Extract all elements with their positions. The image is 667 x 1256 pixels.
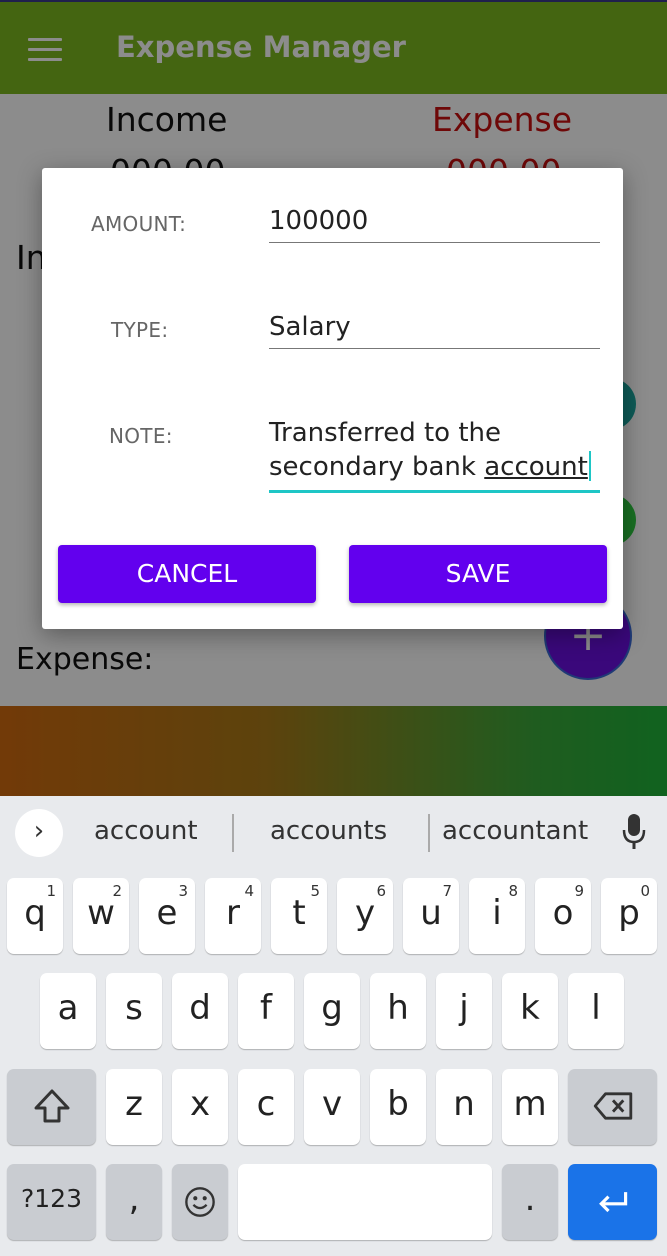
note-line-1: Transferred to the — [269, 418, 502, 448]
suggestion-1[interactable]: account — [94, 816, 198, 846]
note-current-word: account — [484, 452, 588, 482]
key-k[interactable]: k — [502, 973, 558, 1049]
suggestion-3[interactable]: accountant — [442, 816, 588, 846]
key-v[interactable]: v — [304, 1069, 360, 1145]
type-label: TYPE: — [111, 318, 169, 342]
key-r[interactable]: r4 — [205, 878, 261, 954]
key-number-hint: 0 — [640, 882, 650, 900]
amount-field[interactable]: 100000 — [269, 206, 600, 243]
key-n[interactable]: n — [436, 1069, 492, 1145]
key-number-hint: 5 — [310, 882, 320, 900]
suggestion-2[interactable]: accounts — [270, 816, 387, 846]
key-letter: y — [354, 893, 376, 933]
enter-key[interactable] — [568, 1164, 657, 1240]
suggestion-strip: › account accounts accountant — [0, 796, 667, 868]
key-letter: i — [492, 893, 502, 933]
key-j[interactable]: j — [436, 973, 492, 1049]
key-m[interactable]: m — [502, 1069, 558, 1145]
key-x[interactable]: x — [172, 1069, 228, 1145]
note-field[interactable]: Transferred to the secondary bank accoun… — [269, 416, 600, 493]
key-number-hint: 9 — [574, 882, 584, 900]
key-w[interactable]: w2 — [73, 878, 129, 954]
microphone-icon[interactable] — [622, 814, 646, 850]
symbols-key[interactable]: ?123 — [7, 1164, 96, 1240]
period-key[interactable]: . — [502, 1164, 558, 1240]
key-i[interactable]: i8 — [469, 878, 525, 954]
key-number-hint: 6 — [376, 882, 386, 900]
key-number-hint: 3 — [178, 882, 188, 900]
period-glyph: . — [524, 1179, 536, 1219]
key-d[interactable]: d — [172, 973, 228, 1049]
suggestion-divider — [428, 814, 430, 852]
key-letter: q — [24, 893, 46, 933]
space-key[interactable] — [238, 1164, 492, 1240]
key-number-hint: 1 — [46, 882, 56, 900]
backspace-icon — [593, 1092, 632, 1120]
shift-key[interactable] — [7, 1069, 96, 1145]
key-f[interactable]: f — [238, 973, 294, 1049]
key-letter: u — [420, 893, 442, 933]
save-button[interactable]: SAVE — [349, 545, 607, 603]
key-letter: w — [87, 893, 115, 933]
key-b[interactable]: b — [370, 1069, 426, 1145]
key-z[interactable]: z — [106, 1069, 162, 1145]
key-s[interactable]: s — [106, 973, 162, 1049]
key-l[interactable]: l — [568, 973, 624, 1049]
key-letter: p — [618, 893, 640, 933]
add-transaction-dialog: AMOUNT: 100000 TYPE: Salary NOTE: Transf… — [42, 168, 623, 629]
key-e[interactable]: e3 — [139, 878, 195, 954]
key-number-hint: 7 — [442, 882, 452, 900]
backspace-key[interactable] — [568, 1069, 657, 1145]
type-field[interactable]: Salary — [269, 312, 600, 349]
soft-keyboard: › account accounts accountant q1w2e3r4t5… — [0, 796, 667, 1256]
enter-arrow-icon — [598, 1192, 627, 1213]
key-number-hint: 4 — [244, 882, 254, 900]
cancel-button[interactable]: CANCEL — [58, 545, 316, 603]
key-a[interactable]: a — [40, 973, 96, 1049]
note-label: NOTE: — [109, 424, 173, 448]
key-letter: o — [552, 893, 574, 933]
suggestion-divider — [232, 814, 234, 852]
key-letter: r — [226, 893, 240, 933]
expense-manager-app: Expense Manager Income Expense 000.00 00… — [0, 0, 667, 796]
key-y[interactable]: y6 — [337, 878, 393, 954]
chevron-right-icon[interactable]: › — [15, 809, 63, 857]
text-cursor — [588, 451, 591, 481]
key-u[interactable]: u7 — [403, 878, 459, 954]
emoji-icon — [185, 1187, 215, 1217]
shift-arrow-icon — [34, 1089, 69, 1123]
key-number-hint: 2 — [112, 882, 122, 900]
key-g[interactable]: g — [304, 973, 360, 1049]
amount-label: AMOUNT: — [91, 212, 187, 236]
key-letter: e — [156, 893, 178, 933]
key-o[interactable]: o9 — [535, 878, 591, 954]
key-h[interactable]: h — [370, 973, 426, 1049]
emoji-key[interactable] — [172, 1164, 228, 1240]
key-c[interactable]: c — [238, 1069, 294, 1145]
key-letter: t — [292, 893, 306, 933]
comma-key[interactable]: , — [106, 1164, 162, 1240]
key-t[interactable]: t5 — [271, 878, 327, 954]
comma-glyph: , — [128, 1179, 140, 1219]
key-number-hint: 8 — [508, 882, 518, 900]
key-q[interactable]: q1 — [7, 878, 63, 954]
note-line-2: secondary bank — [269, 452, 485, 482]
key-p[interactable]: p0 — [601, 878, 657, 954]
